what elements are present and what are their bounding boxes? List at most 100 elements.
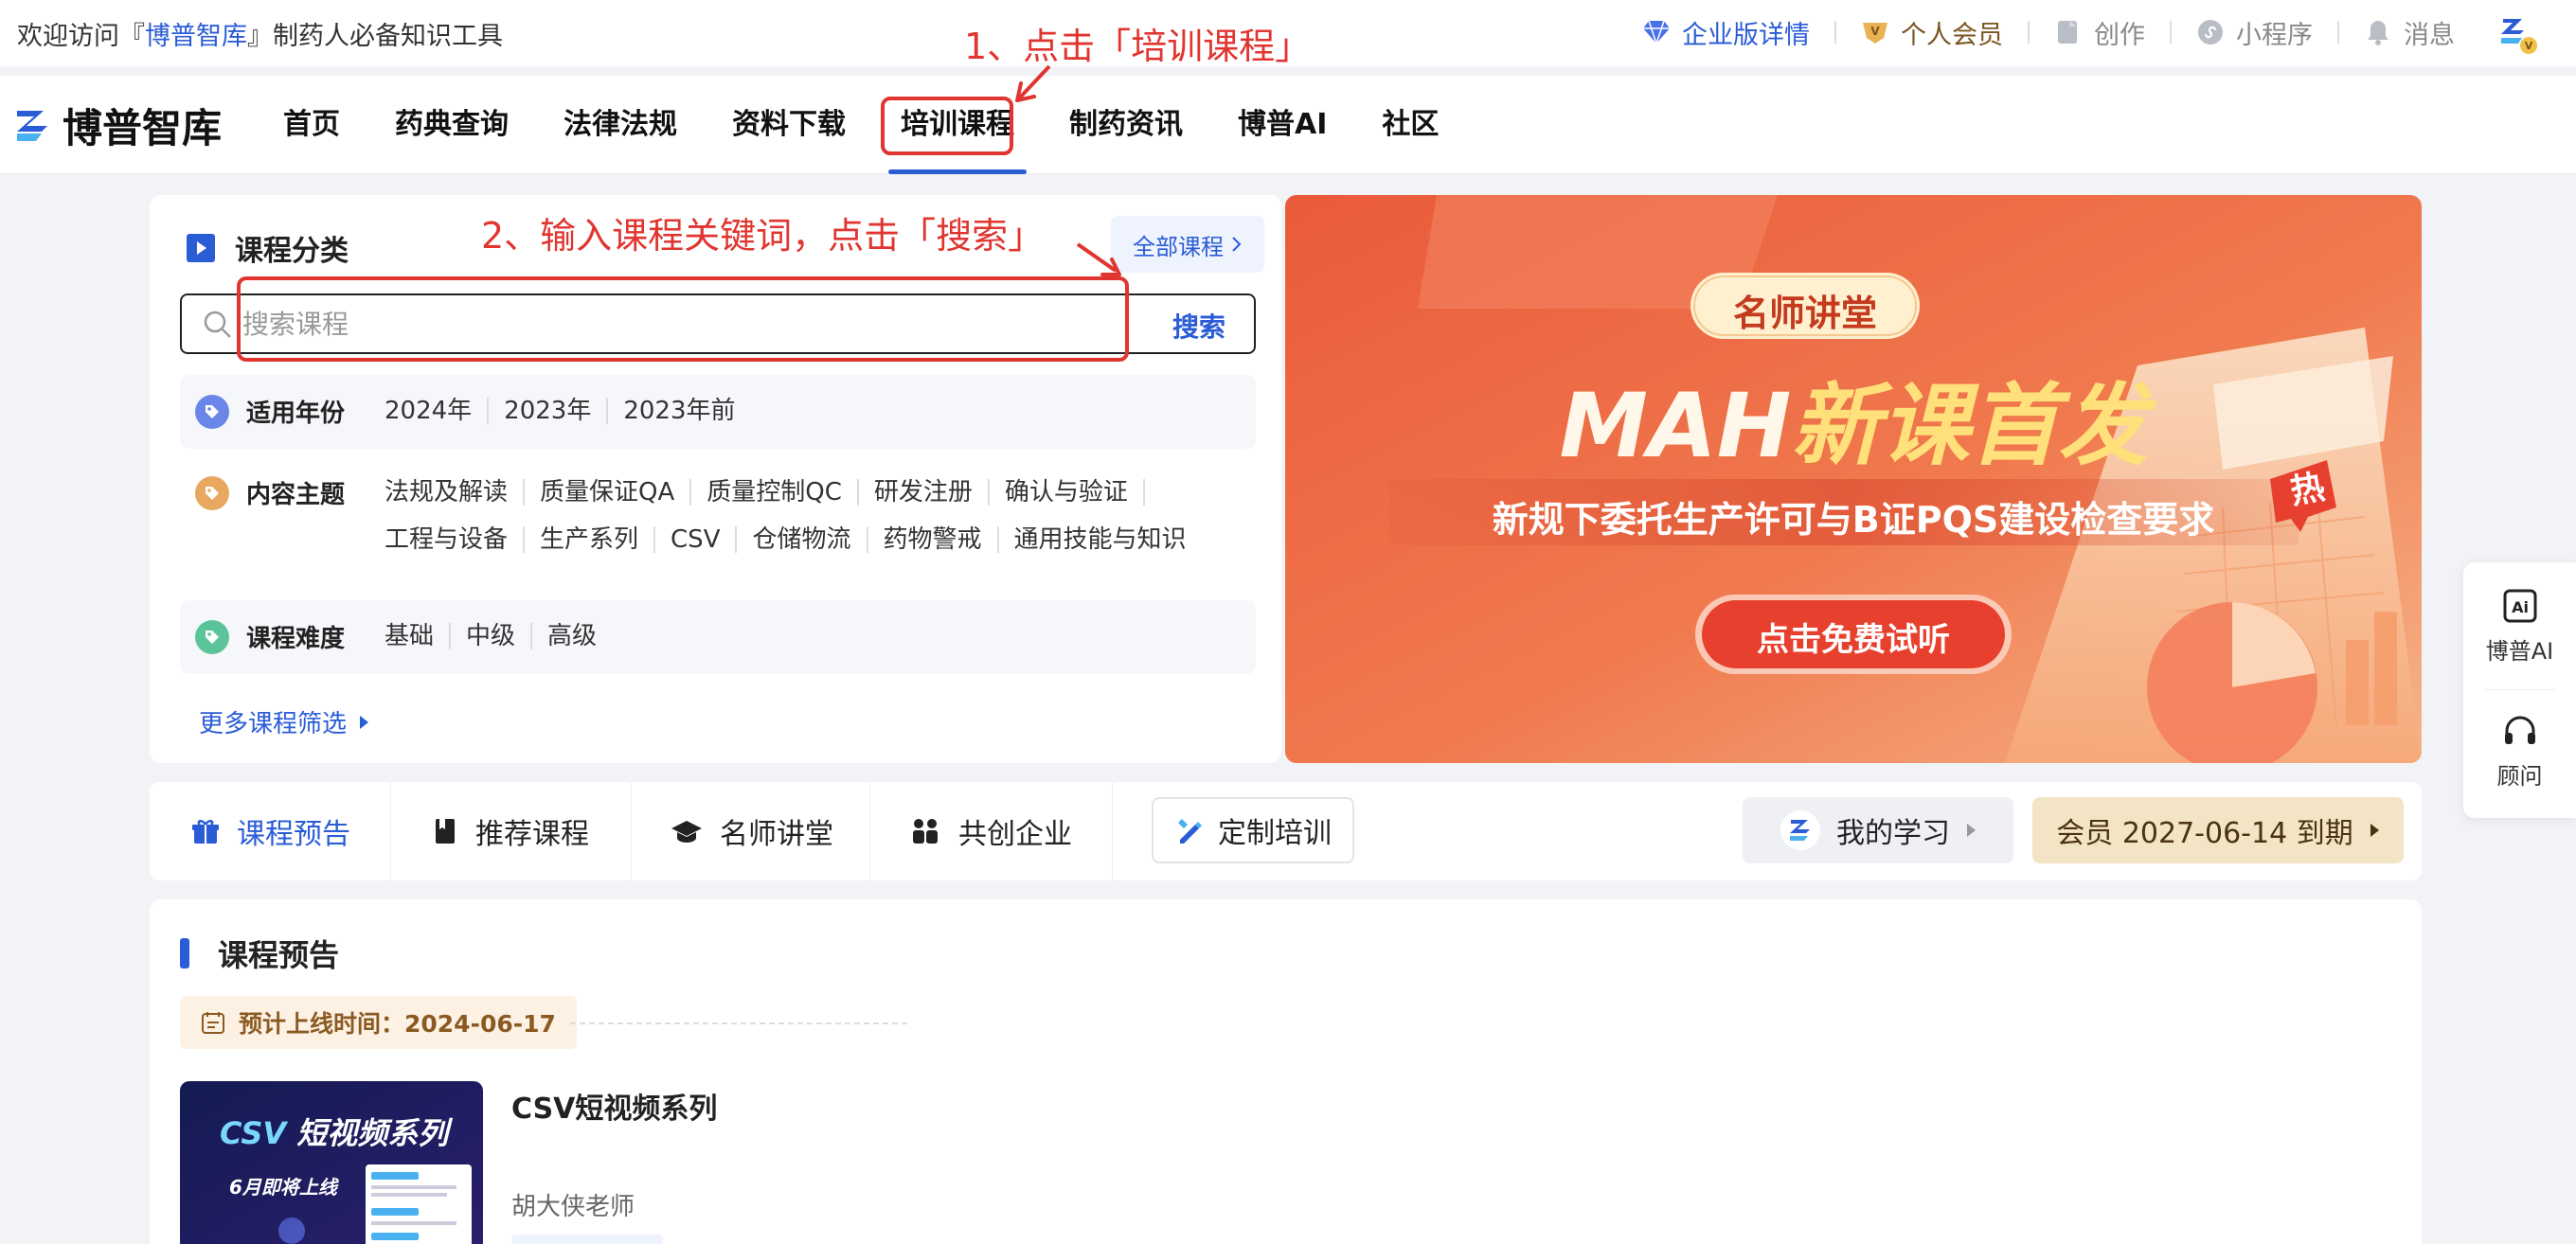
create-link-label: 创作 <box>2094 20 2145 50</box>
people-icon <box>913 819 938 844</box>
all-courses-button[interactable]: 全部课程 <box>1111 216 1264 273</box>
side-consultant[interactable]: 顾问 <box>2463 712 2576 791</box>
filter-option[interactable]: 2023年前 <box>606 398 750 424</box>
welcome-suffix: 』制药人必备知识工具 <box>247 22 503 51</box>
nav-item-home[interactable]: 首页 <box>256 76 367 174</box>
search-icon <box>204 311 231 338</box>
svg-text:V: V <box>2525 40 2533 52</box>
user-avatar[interactable]: V <box>2493 9 2538 55</box>
hot-badge: 热 <box>2287 468 2328 512</box>
mini-program-icon <box>2196 18 2225 46</box>
filter-option[interactable]: 生产系列 <box>523 526 653 553</box>
tag-icon <box>195 619 229 654</box>
svg-text:V: V <box>1870 25 1880 38</box>
headset-icon <box>2504 716 2535 744</box>
messages-link[interactable]: 消息 <box>2364 14 2455 51</box>
filter-label-topic: 内容主题 <box>195 475 345 510</box>
filter-option[interactable]: 质量保证QA <box>523 479 689 506</box>
filter-option[interactable]: 通用技能与知识 <box>996 526 1202 553</box>
membership-button[interactable]: 会员 2027-06-14 到期 <box>2032 797 2404 863</box>
personal-member-link[interactable]: V 个人会员 <box>1861 14 2003 51</box>
free-trial-button[interactable]: 点击免费试听 <box>1702 613 2005 660</box>
more-filters-link[interactable]: 更多课程筛选 <box>199 704 369 739</box>
custom-training-button[interactable]: 定制培训 <box>1152 797 1354 863</box>
filter-option[interactable]: 2024年 <box>385 398 487 424</box>
logo-icon <box>17 110 47 141</box>
welcome-brand-link[interactable]: 博普智库 <box>145 22 247 51</box>
my-study-button[interactable]: 我的学习 <box>1743 797 2013 863</box>
filter-option[interactable]: 仓储物流 <box>735 526 866 553</box>
mini-program-link[interactable]: 小程序 <box>2196 14 2313 51</box>
tab-co-creation-label: 共创企业 <box>958 818 1072 851</box>
tab-master-classroom[interactable]: 名师讲堂 <box>671 782 833 880</box>
annotation-step-2: 2、输入课程关键词，点击「搜索」 <box>481 215 1045 257</box>
diamond-icon <box>1642 18 1671 46</box>
course-title[interactable]: CSV短视频系列 <box>511 1085 717 1127</box>
divider <box>390 782 391 880</box>
site-logo[interactable]: 博普智库 <box>13 97 222 154</box>
tab-course-preview[interactable]: 课程预告 <box>191 782 350 880</box>
logo-text: 博普智库 <box>63 105 223 151</box>
svg-text:Ai: Ai <box>2512 598 2529 616</box>
filter-option[interactable]: CSV <box>653 526 735 553</box>
filter-option[interactable]: 研发注册 <box>856 479 988 506</box>
filter-option[interactable]: 基础 <box>385 623 449 649</box>
nav-item-downloads[interactable]: 资料下载 <box>705 76 873 174</box>
filter-option[interactable]: 药物警戒 <box>866 526 997 553</box>
divider <box>631 782 632 880</box>
enterprise-link[interactable]: 企业版详情 <box>1642 14 1810 51</box>
annotation-step-1: 1、点击「培训课程」 <box>964 26 1312 67</box>
side-bopu-ai[interactable]: Ai 博普AI <box>2463 587 2576 666</box>
vip-badge-icon: V <box>1861 18 1889 46</box>
nav-item-community[interactable]: 社区 <box>1354 76 1466 174</box>
promo-banner[interactable]: 名师讲堂 MAH新课首发 新规下委托生产许可与B证PQS建设检查要求 热 点击免… <box>1285 195 2422 763</box>
top-links: 企业版详情 V 个人会员 创作 小程序 消息 V <box>1642 9 2538 55</box>
play-square-icon <box>187 234 215 262</box>
course-tabs-bar: 课程预告 推荐课程 名师讲堂 共创企业 定制培训 我的学习 会员 2027-06… <box>150 782 2422 880</box>
banner-headline-cn: 新课首发 <box>1791 375 2148 478</box>
nav-item-bopu-ai[interactable]: 博普AI <box>1210 76 1354 174</box>
thumbnail-subtitle: 6月即将上线 <box>229 1176 337 1199</box>
divider <box>1834 21 1836 44</box>
side-float-panel: Ai 博普AI 顾问 <box>2463 562 2576 818</box>
course-thumbnail[interactable]: CSV 短视频系列 6月即将上线 <box>180 1081 483 1244</box>
thumbnail-title-cn: 短视频系列 <box>296 1115 449 1151</box>
tab-co-creation[interactable]: 共创企业 <box>909 782 1072 880</box>
filter-year-label: 适用年份 <box>246 400 346 428</box>
caret-right-icon <box>360 715 369 729</box>
filter-option[interactable]: 法规及解读 <box>385 479 523 506</box>
search-button[interactable]: 搜索 <box>1172 307 1225 345</box>
filter-options-difficulty: 基础 中级 高级 <box>385 623 1237 649</box>
filter-option[interactable]: 确认与验证 <box>987 479 1145 506</box>
tag-icon <box>195 394 229 429</box>
filter-option[interactable]: 工程与设备 <box>385 526 523 553</box>
calendar-icon <box>202 1012 224 1034</box>
pencil-ruler-icon <box>1178 819 1202 844</box>
divider <box>2028 21 2030 44</box>
divider <box>2170 21 2172 44</box>
panel-title: 课程分类 <box>186 227 349 269</box>
logo-circle-icon <box>1780 810 1820 850</box>
nav-item-pharmacopoeia[interactable]: 药典查询 <box>367 76 536 174</box>
divider <box>2337 21 2339 44</box>
create-link[interactable]: 创作 <box>2054 14 2145 51</box>
welcome-text: 欢迎访问『博普智库』制药人必备知识工具 <box>17 15 503 52</box>
course-tag <box>511 1235 663 1244</box>
more-filters-label: 更多课程筛选 <box>199 710 348 738</box>
divider <box>2484 689 2555 690</box>
section-title: 课程预告 <box>180 932 339 975</box>
divider <box>570 1022 907 1024</box>
filter-option[interactable]: 2023年 <box>487 398 606 424</box>
nav-item-news[interactable]: 制药资讯 <box>1042 76 1210 174</box>
filter-option[interactable]: 质量控制QC <box>689 479 857 506</box>
chevron-right-icon <box>1232 237 1242 252</box>
my-study-label: 我的学习 <box>1836 817 1950 850</box>
divider <box>1112 782 1113 880</box>
filter-option[interactable]: 中级 <box>449 623 530 649</box>
thumbnail-title-en: CSV <box>220 1115 287 1151</box>
tab-recommended[interactable]: 推荐课程 <box>432 782 589 880</box>
nav-item-regulations[interactable]: 法律法规 <box>536 76 705 174</box>
membership-label: 会员 2027-06-14 到期 <box>2056 817 2353 850</box>
enterprise-link-label: 企业版详情 <box>1682 20 1810 50</box>
filter-option[interactable]: 高级 <box>530 623 612 649</box>
